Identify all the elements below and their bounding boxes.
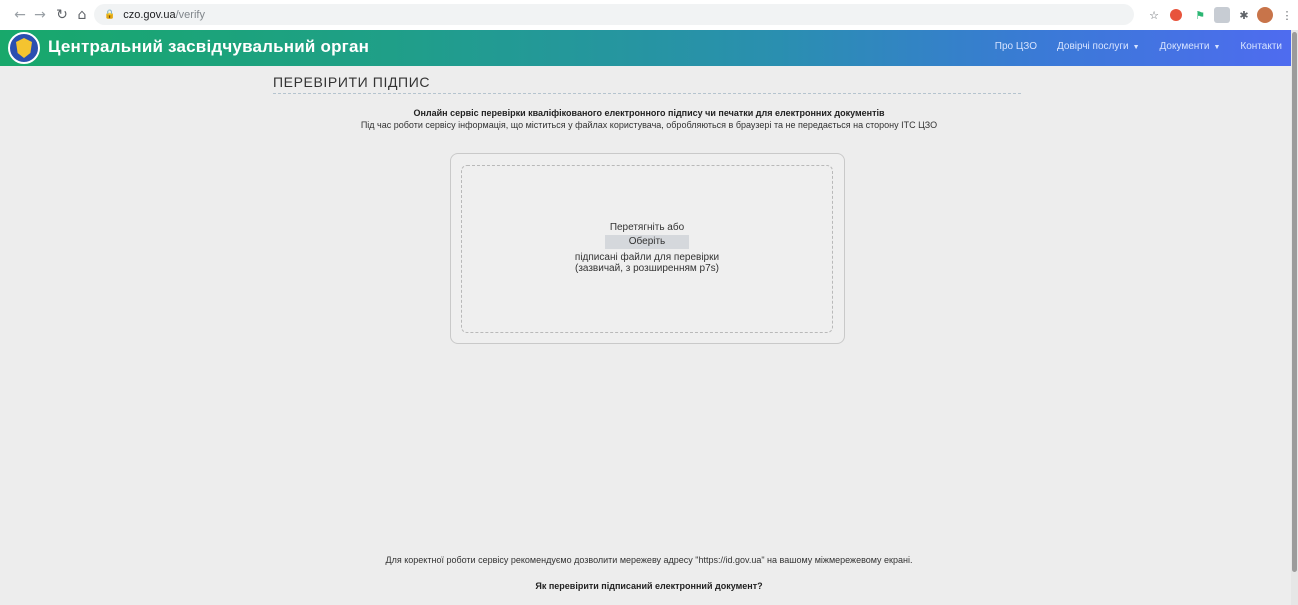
- site-header: Центральний засвідчувальний орган Про ЦЗ…: [0, 30, 1298, 66]
- intro-text: Під час роботи сервісу інформація, що мі…: [360, 120, 938, 130]
- home-icon[interactable]: ⌂: [72, 5, 92, 25]
- star-icon[interactable]: ☆: [1146, 7, 1162, 23]
- nav-label: Про ЦЗО: [994, 41, 1037, 52]
- extensions-icon[interactable]: ✱: [1236, 7, 1252, 23]
- firewall-note: Для коректної роботи сервісу рекомендуєм…: [385, 555, 913, 565]
- url-domain: czo.gov.ua: [123, 8, 176, 21]
- drop-hint-line2: (зазвичай, з розширенням p7s): [574, 263, 720, 274]
- site-nav: Про ЦЗО Довірчі послуги ▼ Документи ▼ Конт…: [995, 41, 1282, 52]
- logo[interactable]: [8, 32, 40, 64]
- reload-icon[interactable]: ↻: [52, 5, 72, 25]
- scrollbar-thumb[interactable]: [1292, 32, 1297, 572]
- browser-toolbar: ← → ↻ ⌂ 🔒 czo.gov.ua/verify ☆ ⚑ ✱ ⋮: [0, 0, 1298, 30]
- drop-hint-line1: підписані файли для перевірки: [574, 252, 720, 263]
- nav-label: Документи: [1159, 41, 1210, 52]
- menu-icon[interactable]: ⋮: [1279, 7, 1295, 23]
- caret-down-icon: ▼: [1132, 44, 1140, 51]
- site-title[interactable]: Центральний засвідчувальний орган: [48, 37, 369, 57]
- drag-text: Перетягніть або: [609, 222, 685, 233]
- extension-gray-icon[interactable]: [1214, 7, 1230, 23]
- extension-green-icon[interactable]: ⚑: [1192, 7, 1208, 23]
- forward-icon[interactable]: →: [30, 5, 50, 25]
- nav-label: Довірчі послуги: [1057, 41, 1129, 52]
- profile-avatar[interactable]: [1257, 7, 1273, 23]
- intro-heading: Онлайн сервіс перевірки кваліфікованого …: [413, 108, 885, 118]
- page-title: ПЕРЕВІРИТИ ПІДПИС: [273, 74, 1021, 94]
- nav-item-trust-services[interactable]: Довірчі послуги ▼: [1057, 41, 1140, 52]
- url-path: /verify: [175, 8, 205, 21]
- caret-down-icon: ▼: [1213, 44, 1221, 51]
- nav-item-about[interactable]: Про ЦЗО: [995, 41, 1037, 52]
- how-to-verify-link[interactable]: Як перевірити підписаний електронний док…: [0, 581, 1298, 591]
- nav-item-documents[interactable]: Документи ▼: [1160, 41, 1221, 52]
- address-bar[interactable]: 🔒 czo.gov.ua/verify: [94, 4, 1134, 25]
- extension-red-icon[interactable]: [1170, 9, 1182, 21]
- shield-icon: [16, 38, 32, 58]
- nav-label: Контакти: [1240, 41, 1282, 52]
- choose-files-button[interactable]: Оберіть: [605, 235, 689, 249]
- file-drop-area[interactable]: [461, 165, 833, 333]
- back-icon[interactable]: ←: [10, 5, 30, 25]
- lock-icon: 🔒: [104, 9, 116, 20]
- nav-item-contacts[interactable]: Контакти: [1240, 41, 1282, 52]
